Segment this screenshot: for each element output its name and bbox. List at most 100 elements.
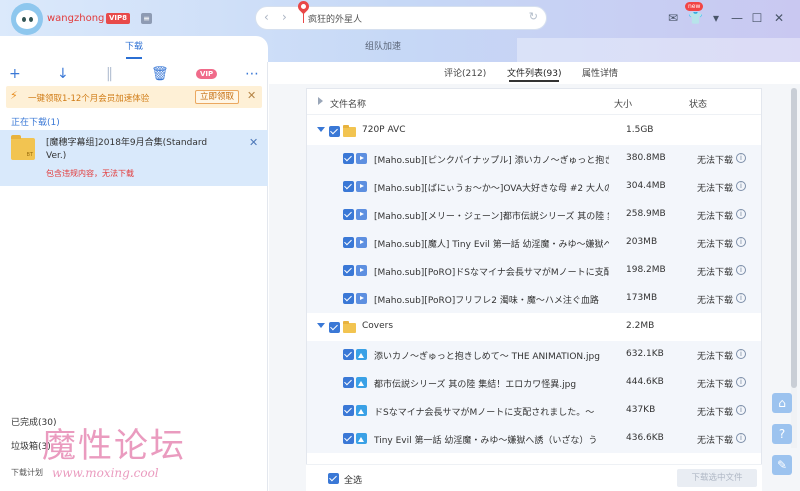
file-name: [Maho.sub][PoRO]ドSなマイナ会長サマがMノートに支配 bbox=[374, 268, 609, 278]
section-downloading[interactable]: 正在下载(1) bbox=[11, 115, 60, 128]
vip-level-badge[interactable]: VIP8 bbox=[106, 13, 131, 24]
file-list-scrollbar[interactable] bbox=[791, 88, 797, 448]
lightning-icon: ⚡ bbox=[10, 89, 18, 102]
back-to-top-icon[interactable]: ⌂ bbox=[772, 393, 792, 413]
pause-icon[interactable]: ‖ bbox=[106, 66, 113, 82]
checkbox[interactable] bbox=[343, 433, 354, 444]
download-plan-link[interactable]: 下载计划 bbox=[11, 467, 43, 478]
info-icon[interactable]: i bbox=[736, 293, 746, 303]
folder-row[interactable]: Covers 2.2MB bbox=[307, 313, 761, 341]
download-selected-button[interactable]: 下载选中文件 bbox=[677, 469, 757, 487]
tab-properties[interactable]: 属性详情 bbox=[582, 66, 618, 79]
select-all-checkbox[interactable] bbox=[328, 473, 339, 484]
info-icon[interactable]: i bbox=[736, 377, 746, 387]
collapse-icon[interactable] bbox=[317, 323, 325, 328]
download-task-item[interactable]: BT [魔穗字幕组]2018年9月合集(Standard Ver.) 包含违规内… bbox=[0, 130, 268, 186]
column-size[interactable]: 大小 bbox=[614, 97, 632, 110]
folder-icon bbox=[343, 125, 356, 137]
checkbox[interactable] bbox=[343, 153, 354, 164]
info-icon[interactable]: i bbox=[736, 405, 746, 415]
file-row[interactable]: Tiny Evil 第一話 幼淫魔・みゆ～嫌獄へ誘（いざな）う 436.6KB … bbox=[307, 425, 761, 453]
skin-shirt-icon[interactable]: 👕 bbox=[688, 12, 703, 24]
collapse-icon[interactable] bbox=[317, 127, 325, 132]
forum-watermark: 魔性论坛 www.moxing.cool bbox=[42, 426, 262, 486]
maximize-icon[interactable]: ☐ bbox=[750, 12, 764, 24]
checkbox[interactable] bbox=[343, 377, 354, 388]
user-avatar[interactable] bbox=[11, 3, 43, 35]
info-icon[interactable]: i bbox=[736, 237, 746, 247]
select-all-label[interactable]: 全选 bbox=[344, 473, 362, 486]
file-size: 436.6KB bbox=[626, 433, 664, 443]
watermark-title: 魔性论坛 bbox=[42, 426, 186, 466]
menu-list-icon[interactable]: ≡ bbox=[141, 13, 152, 24]
forward-arrow-icon[interactable]: › bbox=[282, 10, 287, 24]
add-task-icon[interactable]: + bbox=[9, 66, 21, 82]
checkbox[interactable] bbox=[343, 209, 354, 220]
tab-file-list[interactable]: 文件列表(93) bbox=[507, 66, 561, 79]
remove-task-icon[interactable]: ✕ bbox=[249, 136, 258, 149]
download-panel: + ↓ ‖ 🗑 VIP ⋯ ⚡ 一键领取1-12个月会员加速体验 立即领取 ✕ … bbox=[0, 62, 268, 491]
tab-team-label: 组队加速 bbox=[364, 42, 401, 52]
file-row[interactable]: [Maho.sub][魔人] Tiny Evil 第一話 幼淫魔・みゆ～嫌獄へ誘… bbox=[307, 229, 761, 257]
close-window-icon[interactable]: ✕ bbox=[772, 12, 786, 24]
section-trash[interactable]: 垃圾箱(3) bbox=[11, 439, 51, 452]
tab-download[interactable]: 下载 bbox=[0, 36, 268, 62]
username[interactable]: wangzhong bbox=[47, 13, 104, 24]
start-download-icon[interactable]: ↓ bbox=[57, 66, 69, 82]
checkbox[interactable] bbox=[343, 265, 354, 276]
task-name: [魔穗字幕组]2018年9月合集(Standard Ver.) bbox=[46, 138, 208, 161]
mail-icon[interactable]: ✉ bbox=[666, 12, 680, 24]
checkbox[interactable] bbox=[343, 293, 354, 304]
info-icon[interactable]: i bbox=[736, 153, 746, 163]
avatar-face bbox=[16, 10, 38, 29]
folder-name: 720P AVC bbox=[362, 125, 406, 135]
close-promo-icon[interactable]: ✕ bbox=[247, 89, 256, 102]
tab-download-label: 下载 bbox=[124, 42, 143, 52]
download-toolbar: + ↓ ‖ 🗑 VIP ⋯ bbox=[0, 64, 268, 84]
new-badge: new bbox=[685, 2, 704, 11]
info-icon[interactable]: i bbox=[736, 349, 746, 359]
more-options-icon[interactable]: ⋯ bbox=[245, 66, 259, 82]
info-icon[interactable]: i bbox=[736, 181, 746, 191]
file-row[interactable]: ドSなマイナ会長サマがMノートに支配されました。～ 437KB 无法下载 i bbox=[307, 397, 761, 425]
tab-comments[interactable]: 评论(212) bbox=[444, 66, 486, 79]
checkbox[interactable] bbox=[329, 322, 340, 333]
file-row[interactable]: [Maho.sub][PoRO]フリフレ2 濁味・魔～ハメ注ぐ血路 173MB … bbox=[307, 285, 761, 313]
file-row[interactable]: 添いカノ～ぎゅっと抱きしめて～ THE ANIMATION.jpg 632.1K… bbox=[307, 341, 761, 369]
file-row[interactable]: [Maho.sub][ばにぃうぉ～か～]OVA大好きな母 #2 大人の女 304… bbox=[307, 173, 761, 201]
column-status[interactable]: 状态 bbox=[689, 97, 707, 110]
minimize-icon[interactable]: — bbox=[730, 12, 744, 24]
image-file-icon bbox=[356, 433, 367, 444]
vip-accelerate-button[interactable]: VIP bbox=[196, 69, 218, 79]
back-arrow-icon[interactable]: ‹ bbox=[264, 10, 269, 24]
file-row[interactable]: [Maho.sub][メリー・ジェーン]都市伝説シリーズ 其の陸 集結 258.… bbox=[307, 201, 761, 229]
info-icon[interactable]: i bbox=[736, 265, 746, 275]
file-row[interactable]: 都市伝説シリーズ 其の陸 集結！エロカワ怪異.jpg 444.6KB 无法下载 … bbox=[307, 369, 761, 397]
checkbox[interactable] bbox=[343, 237, 354, 248]
delete-icon[interactable]: 🗑 bbox=[151, 66, 169, 82]
checkbox[interactable] bbox=[329, 126, 340, 137]
info-icon[interactable]: i bbox=[736, 209, 746, 219]
column-name[interactable]: 文件名称 bbox=[330, 97, 366, 110]
video-file-icon bbox=[356, 237, 367, 248]
search-bar[interactable]: ‹ › ↻ bbox=[255, 0, 547, 30]
refresh-icon[interactable]: ↻ bbox=[529, 10, 538, 23]
dropdown-menu-icon[interactable]: ▾ bbox=[709, 12, 723, 24]
checkbox[interactable] bbox=[343, 349, 354, 360]
file-name: [Maho.sub][ピンクパイナップル] 添いカノ～ぎゅっと抱きしめて～ bbox=[374, 156, 609, 166]
help-icon[interactable]: ? bbox=[772, 424, 792, 444]
checkbox[interactable] bbox=[343, 405, 354, 416]
info-icon[interactable]: i bbox=[736, 433, 746, 443]
scrollbar-thumb[interactable] bbox=[791, 88, 797, 388]
file-row[interactable]: [Maho.sub][PoRO]ドSなマイナ会長サマがMノートに支配 198.2… bbox=[307, 257, 761, 285]
feedback-icon[interactable]: ✎ bbox=[772, 455, 792, 475]
folder-row[interactable]: 720P AVC 1.5GB bbox=[307, 117, 761, 145]
file-name: [Maho.sub][メリー・ジェーン]都市伝説シリーズ 其の陸 集結 bbox=[374, 212, 609, 222]
file-row[interactable]: [Maho.sub][ピンクパイナップル] 添いカノ～ぎゅっと抱きしめて～ 38… bbox=[307, 145, 761, 173]
checkbox[interactable] bbox=[343, 181, 354, 192]
tab-team-accelerate[interactable]: 组队加速 bbox=[256, 36, 510, 62]
search-input[interactable] bbox=[308, 11, 508, 26]
section-completed[interactable]: 已完成(30) bbox=[11, 415, 56, 428]
expand-all-icon[interactable] bbox=[318, 97, 323, 105]
claim-now-button[interactable]: 立即领取 bbox=[195, 90, 240, 104]
